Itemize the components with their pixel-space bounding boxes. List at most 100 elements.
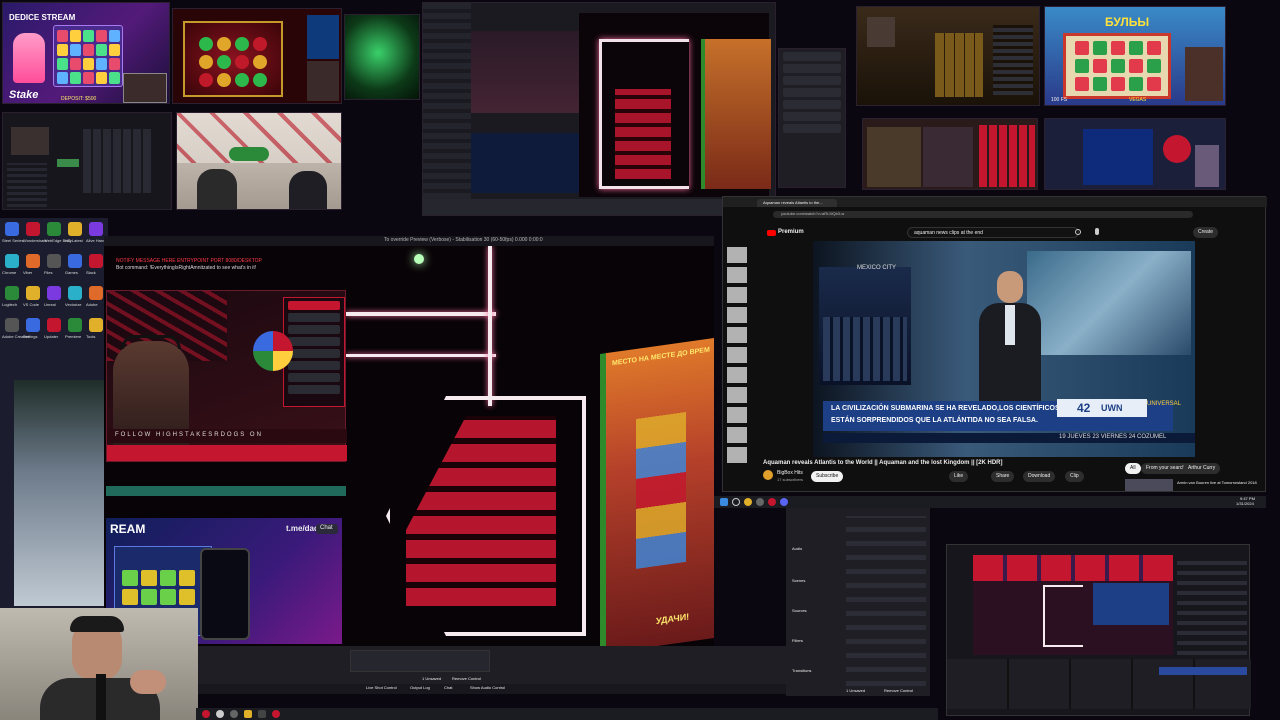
yt-create-button[interactable]: Create	[1193, 227, 1219, 238]
opera-icon[interactable]	[768, 498, 776, 506]
desktop-icon-label: Updater	[44, 334, 59, 339]
explorer-icon[interactable]	[244, 710, 252, 718]
obs-icon[interactable]	[756, 498, 764, 506]
desktop-icon-logitech[interactable]	[5, 286, 19, 300]
obs-taskbar-icon[interactable]	[230, 710, 238, 718]
obs-capture-top[interactable]	[422, 2, 776, 216]
chip-arthur-curry[interactable]: Arthur Curry	[1183, 463, 1221, 474]
desktop-icon-slack[interactable]	[89, 254, 103, 268]
taskbar-main[interactable]	[196, 708, 938, 720]
yt-logo-icon[interactable]	[767, 230, 776, 236]
clip-button[interactable]: Clip	[1065, 471, 1084, 482]
green-strip	[106, 486, 346, 496]
record-icon[interactable]	[272, 710, 280, 718]
desktop-icon-label: Vectorize	[65, 302, 82, 307]
desktop-icon-vectorize[interactable]	[68, 286, 82, 300]
channel-name-yt[interactable]: BigBox Hits	[777, 470, 803, 476]
stream-tile-roulette[interactable]	[172, 8, 342, 104]
obs-right-strip[interactable]	[778, 48, 846, 188]
bulba-title: БУЛЬЫ	[1105, 15, 1150, 29]
terminal-window[interactable]	[14, 380, 106, 606]
opera-taskbar-icon[interactable]	[202, 710, 210, 718]
video-player[interactable]: MEXICO CITY LA CIVILIZACIÓN SUBMARINA SE…	[813, 241, 1195, 457]
chat-button[interactable]: Chat	[316, 524, 338, 534]
main-bottom-tabs[interactable]: Live Shot Control Output Log Chat Show A…	[196, 684, 792, 694]
up-next-thumb[interactable]	[1125, 479, 1173, 491]
up-next-title[interactable]: Armin van Buuren live at Tomorrowland 20…	[1177, 480, 1257, 485]
stream-title: DEDICE STREAM	[9, 13, 76, 22]
terminal-icon[interactable]	[258, 710, 266, 718]
obs-mini-bottom-right[interactable]	[946, 544, 1251, 716]
settings-section-3[interactable]: Sources	[792, 608, 807, 613]
browser-tab-title: Aquaman reveals Atlantis to the...	[763, 200, 823, 205]
obs-settings-panel[interactable]: Audio Scenes Sources Filters Transitions…	[786, 508, 930, 696]
bottom-tab-1[interactable]: Live Shot Control	[366, 685, 397, 690]
desktop-icon-tools[interactable]	[89, 318, 103, 332]
settings-section-2[interactable]: Scenes	[792, 578, 805, 583]
browser-window[interactable]: Aquaman reveals Atlantis to the... youtu…	[722, 196, 1267, 492]
stream-tile-collage[interactable]	[862, 118, 1038, 190]
desktop-icon-viber[interactable]	[26, 254, 40, 268]
obs-small-left[interactable]	[2, 112, 172, 210]
desktop-icon-files[interactable]	[47, 254, 61, 268]
follow-banner: FOLLOW HIGHSTAKESRDOGS ON	[115, 432, 263, 438]
yt-search-input[interactable]: aquaman news clips at the end	[907, 227, 1079, 238]
bottom-tab-2[interactable]: Output Log	[410, 685, 430, 690]
desktop-icon-hd-latest[interactable]	[68, 222, 82, 236]
stream-tile-bulba[interactable]: БУЛЬЫ 100 FS VEGAS	[1044, 6, 1226, 106]
ticker-tag: UNIVERSAL	[1147, 401, 1182, 407]
desktop-icon-adobe[interactable]	[89, 286, 103, 300]
desktop-icon-alive-hand[interactable]	[89, 222, 103, 236]
desktop-icon-steel-series[interactable]	[5, 222, 19, 236]
download-button[interactable]: Download	[1023, 471, 1056, 482]
stream-tile-dedice[interactable]: DEDICE STREAM Stake DEPOSIT: $500	[2, 2, 170, 104]
settings-section-5[interactable]: Transitions	[792, 668, 811, 673]
discord-icon[interactable]	[780, 498, 788, 506]
bottom-tab-4[interactable]: Show Audio Control	[470, 685, 505, 690]
desktop-icon-label: Settings	[23, 334, 38, 339]
stream-tile-room[interactable]	[1044, 118, 1226, 190]
desktop-icon-updater[interactable]	[47, 318, 61, 332]
search-icon[interactable]	[1075, 229, 1081, 235]
desktop-icon-label: Adobe	[86, 302, 98, 307]
sidebar-list	[993, 25, 1033, 95]
stream-tile-green[interactable]	[344, 14, 420, 100]
desktop-icon-unreal[interactable]	[47, 286, 61, 300]
taskbar-right[interactable]: 9:47 PM 1/31/2024	[714, 496, 1266, 508]
streamer-right	[289, 171, 327, 209]
desktop-icon-webedge-body[interactable]	[47, 222, 61, 236]
desktop-icon-wondershare[interactable]	[26, 222, 40, 236]
cam-thumb	[867, 17, 895, 47]
desktop-icon-label: Logitech	[2, 302, 18, 307]
desktop-icon-adobe-creative[interactable]	[5, 318, 19, 332]
browser-tab[interactable]: Aquaman reveals Atlantis to the...	[757, 199, 837, 207]
main-window-titlebar[interactable]: To override Preview (Verbose) - Stabilis…	[104, 236, 714, 246]
windows-start-icon[interactable]	[720, 498, 728, 506]
desktop-icon-games[interactable]	[68, 254, 82, 268]
bottom-tab-3[interactable]: Chat	[444, 685, 452, 690]
settings-section-4[interactable]: Filters	[792, 638, 803, 643]
browser-addressbar[interactable]: youtube.com/watch?v=aRL5iQb3-w	[773, 211, 1193, 218]
slot-machine-side	[701, 39, 771, 189]
webcam-scene: FOLLOW HIGHSTAKESRDOGS ON	[106, 290, 347, 462]
chip-all[interactable]: All	[1125, 463, 1141, 474]
share-button[interactable]: Share	[991, 471, 1015, 482]
mic-icon[interactable]	[1095, 228, 1099, 235]
subscribe-button[interactable]: Subscribe	[811, 471, 844, 482]
steam-icon[interactable]	[216, 710, 224, 718]
chrome-icon[interactable]	[744, 498, 752, 506]
stream-tile-cleopatra[interactable]	[856, 6, 1040, 106]
main-bottom-dock[interactable]: 1 Unsaved Remove Control	[196, 646, 792, 684]
desktop-icon-premiere[interactable]	[68, 318, 82, 332]
chip-all-label: All	[1130, 465, 1136, 471]
side-screen	[307, 15, 339, 59]
desktop-icon-vs-code[interactable]	[26, 286, 40, 300]
settings-fields	[846, 516, 926, 686]
channel-avatar[interactable]	[763, 470, 773, 480]
desktop-icon-settings[interactable]	[26, 318, 40, 332]
like-button[interactable]: Like	[949, 471, 969, 482]
stream-tile-cards[interactable]	[176, 112, 342, 210]
desktop-icon-chrome[interactable]	[5, 254, 19, 268]
settings-section-1[interactable]: Audio	[792, 546, 802, 551]
search-taskbar-icon[interactable]	[732, 498, 740, 506]
